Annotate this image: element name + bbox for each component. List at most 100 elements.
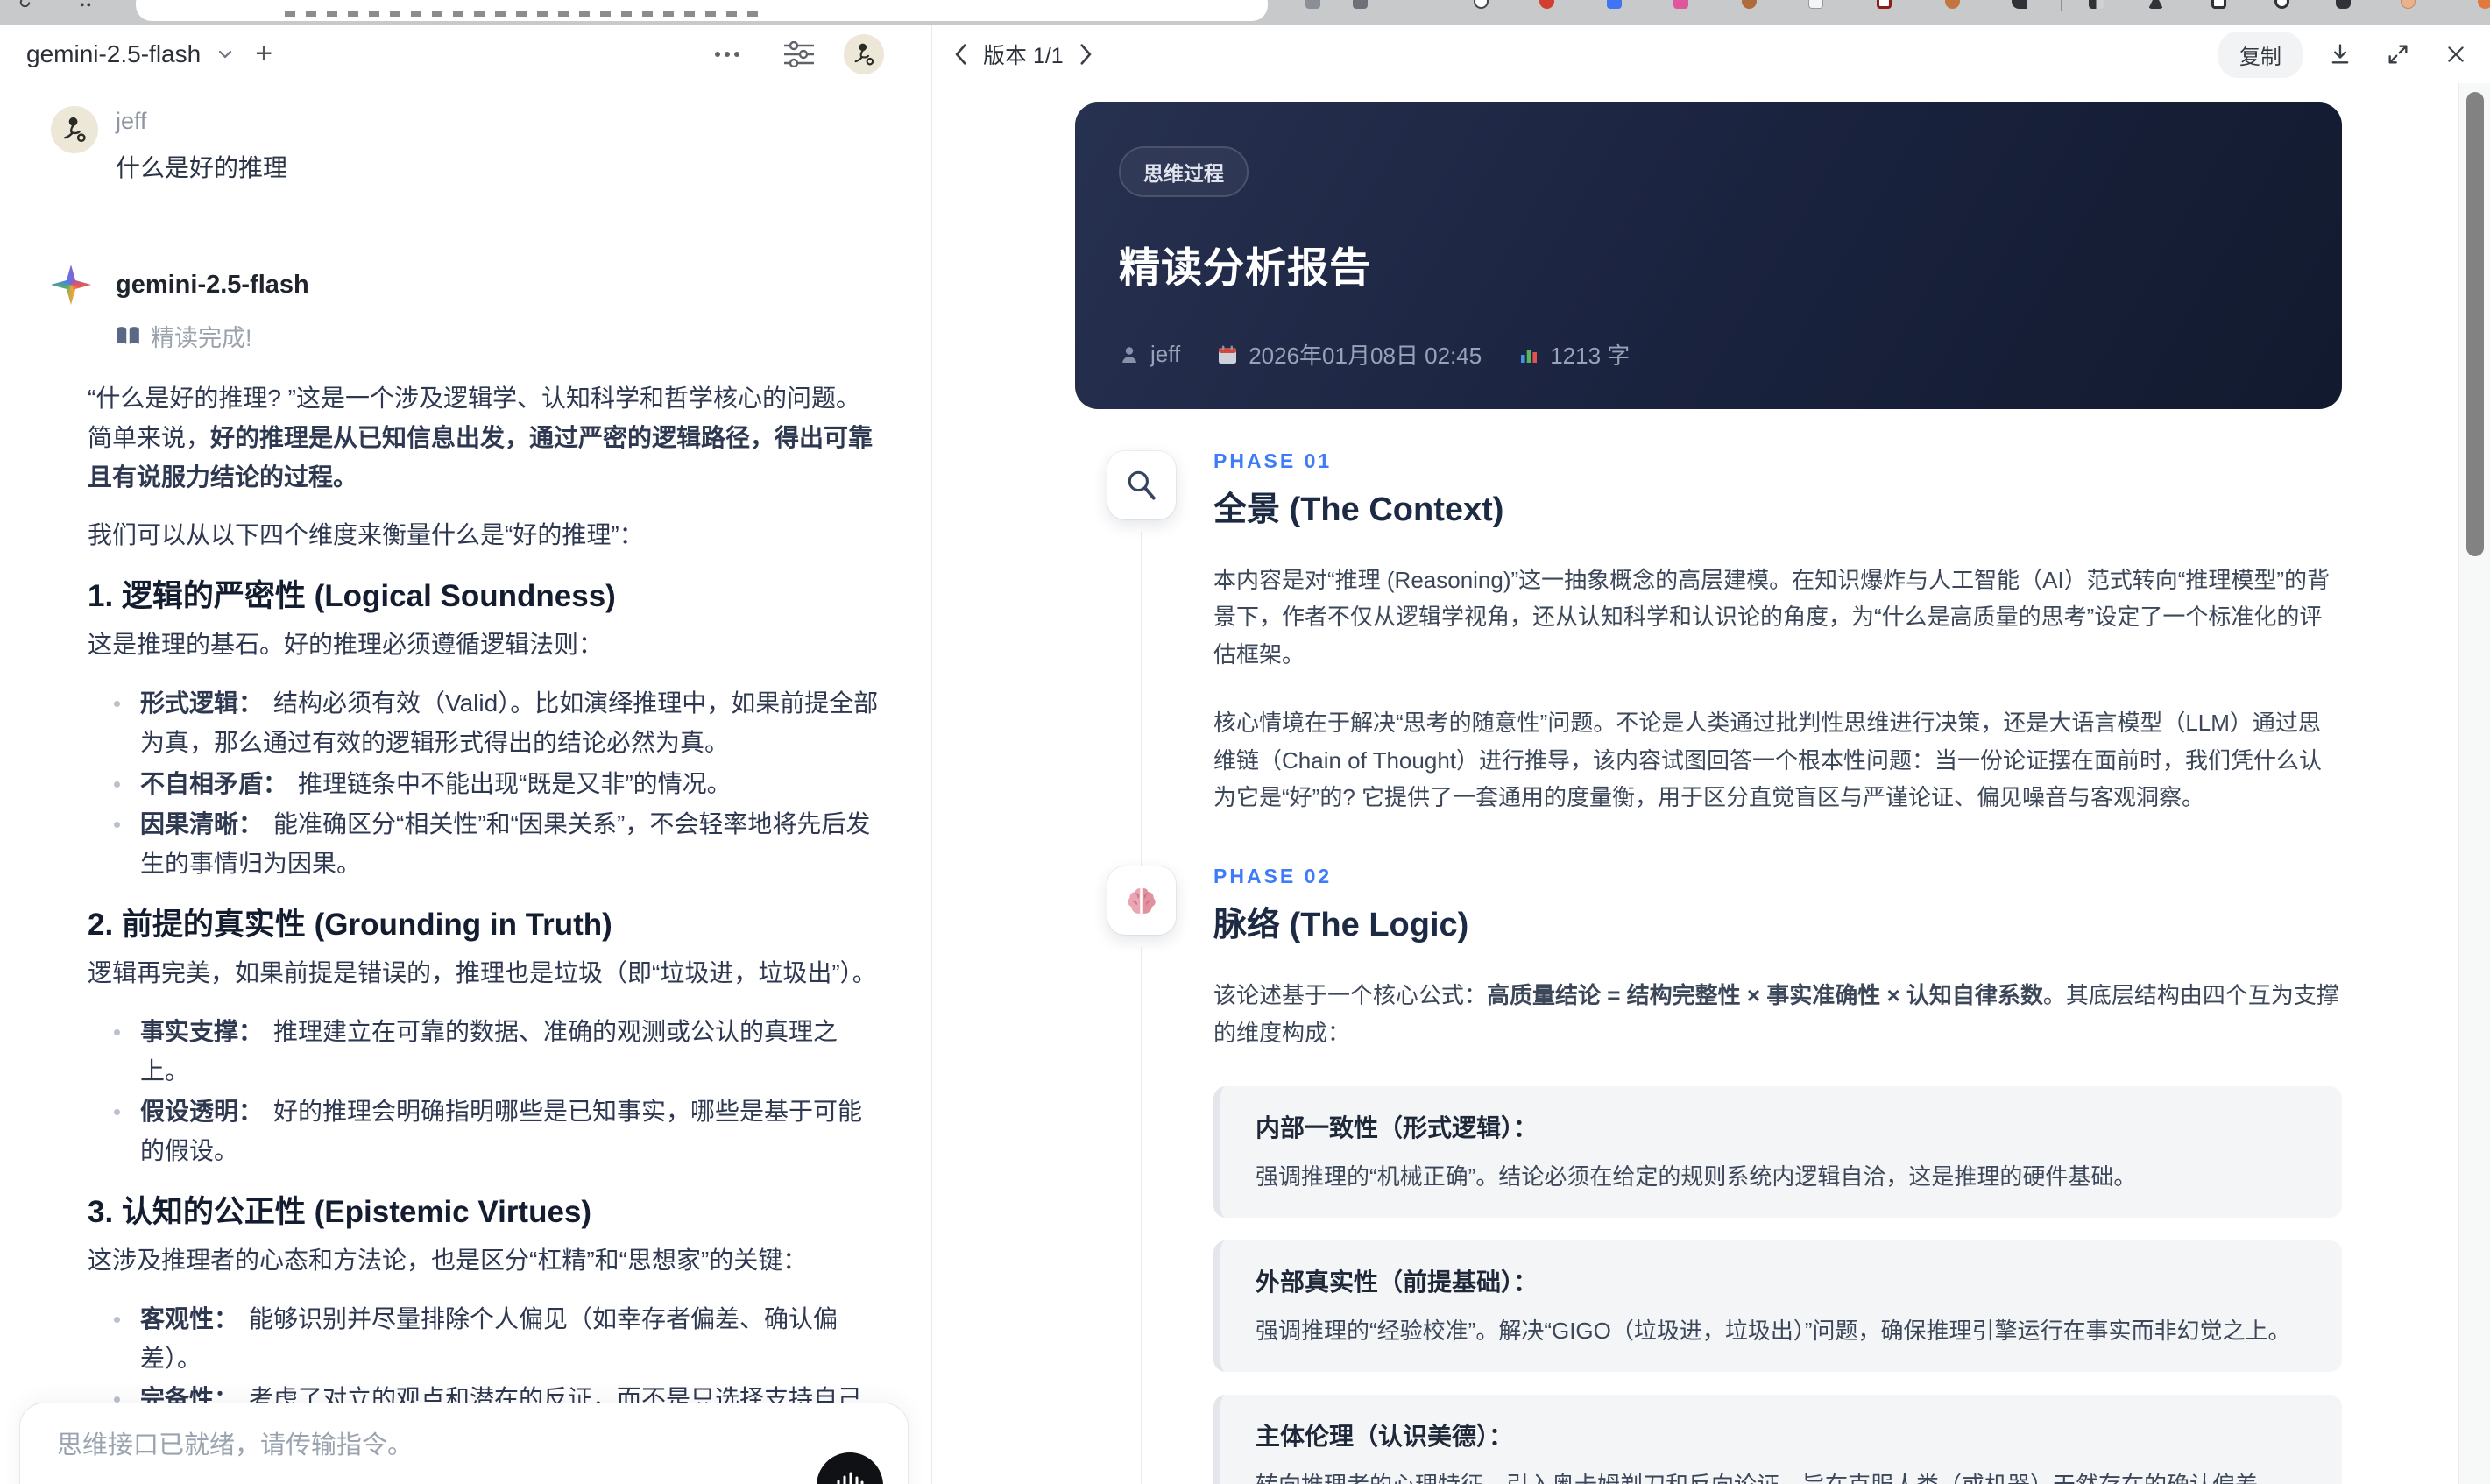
prompt-input[interactable] [57, 1431, 790, 1460]
chat-header: gemini-2.5-flash + [0, 25, 931, 83]
extension-icon[interactable] [1353, 0, 1368, 9]
report-header: 版本 1/1 复制 [932, 25, 2490, 83]
dimension-cards: 内部一致性（形式逻辑）： 强调推理的“机械正确”。结论必须在给定的规则系统内逻辑… [1213, 1086, 2342, 1484]
extension-icon[interactable] [1808, 0, 1823, 9]
assistant-header: gemini-2.5-flash [51, 265, 881, 305]
new-chat-button[interactable]: + [255, 39, 272, 68]
extension-icon[interactable] [1305, 0, 1320, 9]
open-book-icon [117, 326, 139, 344]
extension-icon[interactable] [2336, 0, 2351, 9]
extension-icon[interactable] [1539, 0, 1554, 9]
phase-title: 脉络 (The Logic) [1213, 907, 1469, 944]
tune-settings-icon[interactable] [784, 41, 814, 67]
address-text-cropped [285, 11, 758, 17]
phase-paragraph: 该论述基于一个核心公式：高质量结论 = 结构完整性 × 事实准确性 × 认知自律… [1213, 982, 2339, 1046]
more-options-icon[interactable] [714, 51, 740, 58]
dimension-card: 外部真实性（前提基础）： 强调推理的“经验校准”。解决“GIGO（垃圾进，垃圾出… [1213, 1240, 2342, 1373]
extension-icon[interactable] [1742, 0, 1757, 9]
report-hero-card: 思维过程 精读分析报告 jeff 2026年01月08日 02:45 1213 … [1075, 102, 2342, 409]
assistant-name: gemini-2.5-flash [116, 270, 309, 299]
message-text: 什么是好的推理 [116, 154, 288, 181]
user-avatar[interactable] [844, 34, 884, 74]
waveform-icon [837, 1472, 864, 1484]
next-version-icon[interactable] [1078, 43, 1095, 66]
previous-version-icon[interactable] [951, 43, 969, 66]
scrollbar-thumb[interactable] [2466, 92, 2484, 556]
phase-rail [1075, 449, 1213, 873]
sender-name: jeff [116, 108, 147, 134]
phase-label: PHASE 02 [1213, 865, 1333, 888]
word-count-meta: 1213 字 [1518, 338, 1630, 371]
scrollbar-track [2458, 83, 2490, 1484]
app-window: gemini-2.5-flash + jeff 什么是好的推理 gemini-2… [0, 25, 2490, 1484]
reload-icon[interactable] [18, 0, 32, 10]
gemini-logo-icon [51, 265, 91, 305]
soccer-player-icon [854, 43, 874, 66]
calendar-icon [1219, 345, 1237, 364]
download-icon[interactable] [2320, 36, 2360, 73]
assistant-status: 精读完成! [116, 319, 881, 353]
phase-rail [1075, 865, 1213, 1484]
version-label: 版本 1/1 [983, 44, 1064, 68]
section-title: 1. 逻辑的严密性 (Logical Soundness) [88, 579, 616, 614]
extension-icon[interactable] [2478, 0, 2490, 9]
extension-icon[interactable] [2148, 0, 2163, 9]
extension-icon[interactable] [1877, 0, 1892, 9]
list-item: 不自相矛盾： 推理链条中不能出现“既是又非”的情况。 [109, 765, 881, 804]
extension-icon[interactable] [1474, 0, 1489, 9]
dimension-card: 内部一致性（形式逻辑）： 强调推理的“机械正确”。结论必须在给定的规则系统内逻辑… [1213, 1086, 2342, 1219]
extension-icon[interactable] [1673, 0, 1688, 9]
list-item: 客观性： 能够识别并尽量排除个人偏见（如幸存者偏差、确认偏差）。 [109, 1300, 881, 1379]
user-avatar [51, 106, 98, 153]
hero-badge: 思维过程 [1119, 146, 1249, 197]
profile-icon[interactable] [2401, 0, 2416, 9]
bullet-list: 事实支撑： 推理建立在可靠的数据、准确的观测或公认的真理之上。 假设透明： 好的推理… [88, 1013, 881, 1171]
date-meta: 2026年01月08日 02:45 [1217, 338, 1482, 371]
extension-icon[interactable] [2089, 0, 2104, 9]
section-title: 3. 认知的公正性 (Epistemic Virtues) [88, 1194, 592, 1229]
assistant-message: gemini-2.5-flash 精读完成! “什么是好的推理? ”这是一个涉及… [51, 265, 881, 1484]
assistant-body: “什么是好的推理? ”这是一个涉及逻辑学、认知科学和哲学核心的问题。简单来说，好… [88, 379, 881, 1484]
phase-paragraph: 本内容是对“推理 (Reasoning)”这一抽象概念的高层建模。在知识爆炸与人… [1213, 567, 2331, 668]
voice-input-button[interactable] [817, 1452, 883, 1484]
bar-chart-icon [1521, 349, 1538, 363]
fullscreen-icon[interactable] [2378, 36, 2418, 73]
list-item: 形式逻辑： 结构必须有效（Valid）。比如演绎推理中，如果前提全部为真，那么通过… [109, 684, 881, 763]
report-title: 精读分析报告 [1119, 244, 1371, 291]
dimension-card: 主体伦理（认识美德）： 转向推理者的心理特征。引入奥卡姆剃刀和反向论证，旨在克服… [1213, 1395, 2342, 1484]
phase-title: 全景 (The Context) [1213, 491, 1504, 528]
soccer-player-icon [64, 117, 86, 143]
chevron-down-icon[interactable] [215, 44, 236, 65]
extension-icon[interactable] [1607, 0, 1622, 9]
extension-icon[interactable] [2012, 0, 2027, 9]
lead-paragraph: 我们可以从以下四个维度来衡量什么是“好的推理”： [88, 521, 644, 549]
phase-paragraph: 核心情境在于解决“思考的随意性”问题。不论是人类通过批判性思维进行决策，还是大语… [1213, 710, 2323, 810]
message-composer[interactable] [19, 1403, 909, 1484]
section-desc: 这是推理的基石。好的推理必须遵循逻辑法则： [88, 631, 604, 659]
status-text: 精读完成! [151, 325, 252, 351]
brain-icon [1107, 866, 1176, 936]
section-desc: 这涉及推理者的心态和方法论，也是区分“杠精”和“思想家”的关键： [88, 1246, 808, 1274]
report-content[interactable]: 思维过程 精读分析报告 jeff 2026年01月08日 02:45 1213 … [932, 83, 2458, 1484]
chat-messages[interactable]: jeff 什么是好的推理 gemini-2.5-flash 精读完成! “什么是… [0, 83, 931, 1484]
close-icon[interactable] [2436, 36, 2476, 73]
phase-section-1: PHASE 01 全景 (The Context) 本内容是对“推理 (Reas… [1075, 449, 2342, 873]
extension-icon[interactable] [2211, 0, 2226, 9]
author-meta: jeff [1119, 341, 1180, 368]
copy-button[interactable]: 复制 [2218, 31, 2303, 78]
extension-icon[interactable] [2274, 0, 2289, 9]
list-item: 假设透明： 好的推理会明确指明哪些是已知事实，哪些是基于可能的假设。 [109, 1092, 881, 1171]
phase-section-2: PHASE 02 脉络 (The Logic) 该论述基于一个核心公式：高质量结… [1075, 865, 2342, 1484]
apps-grid-icon[interactable] [79, 0, 94, 10]
section-desc: 逻辑再完美，如果前提是错误的，推理也是垃圾（即“垃圾进，垃圾出”）。 [88, 958, 877, 986]
user-message: jeff 什么是好的推理 [51, 106, 881, 184]
address-bar[interactable] [136, 0, 1268, 21]
bullet-list: 形式逻辑： 结构必须有效（Valid）。比如演绎推理中，如果前提全部为真，那么通过… [88, 684, 881, 884]
list-item: 因果清晰： 能准确区分“相关性”和“因果关系”，不会轻率地将先后发生的事情归为因果… [109, 805, 881, 884]
person-icon [1122, 346, 1136, 363]
magnifier-icon [1107, 451, 1176, 519]
extension-icon[interactable] [1945, 0, 1960, 9]
version-switcher: 版本 1/1 [951, 39, 1095, 70]
model-selector[interactable]: gemini-2.5-flash [26, 40, 201, 68]
toolbar-divider [2061, 0, 2062, 11]
